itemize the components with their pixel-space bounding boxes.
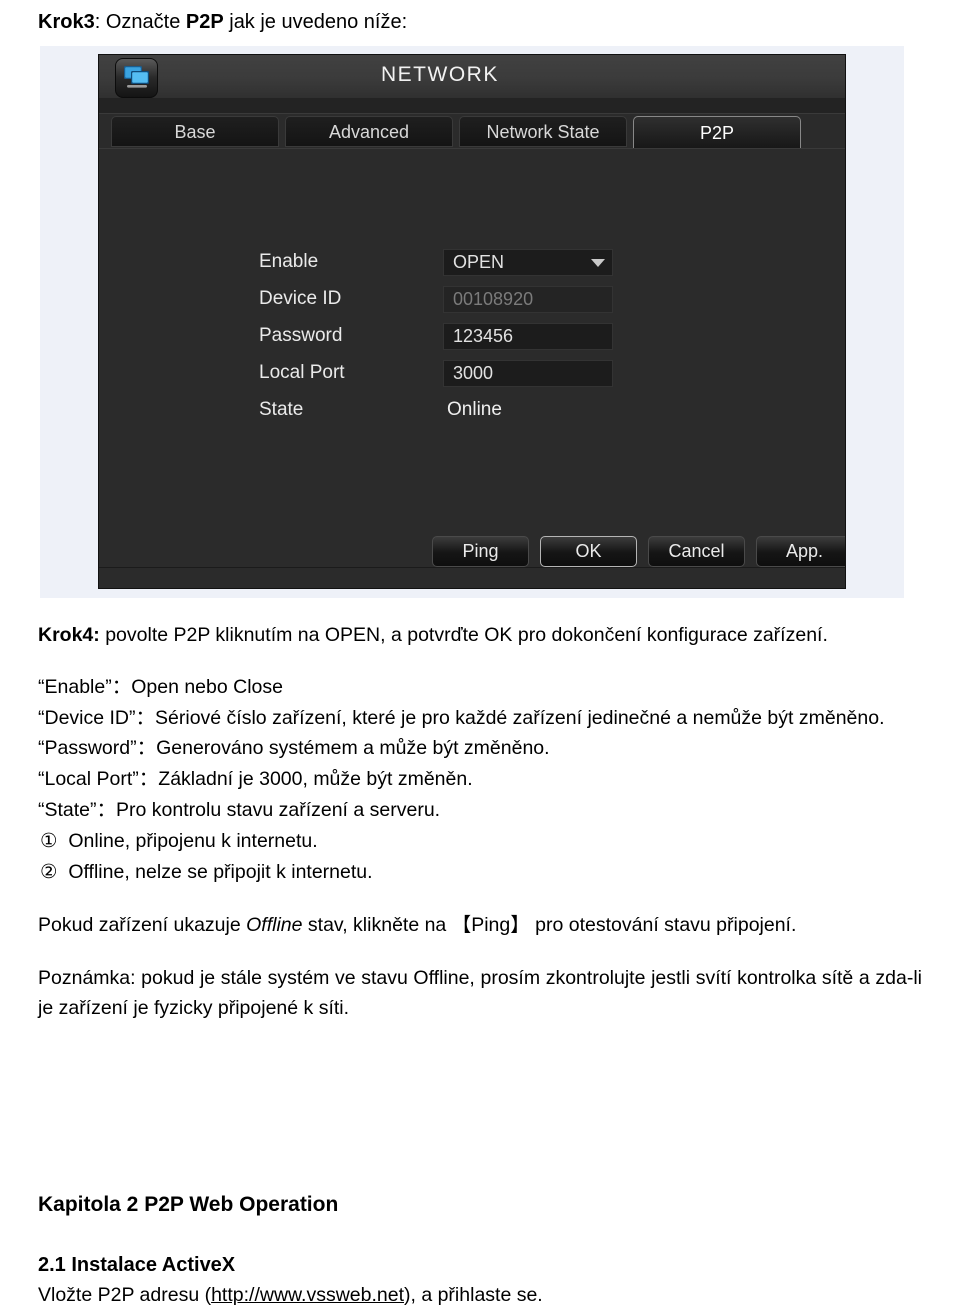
section-body-before: Vložte P2P adresu (: [38, 1284, 212, 1306]
list-item-text: Online, připojenu k internetu.: [68, 830, 318, 852]
dvr-tab-bar: Base Advanced Network State P2P: [99, 114, 845, 149]
chevron-down-icon: [591, 259, 605, 267]
state-item-online: ① Online, připojenu k internetu.: [38, 826, 922, 857]
local-port-input[interactable]: 3000: [443, 360, 613, 387]
definition-desc: Pro kontrolu stavu zařízení a serveru.: [116, 799, 441, 821]
field-label-local-port: Local Port: [259, 362, 345, 383]
field-label-device-id: Device ID: [259, 288, 342, 309]
krok3-heading: Krok3: Označte P2P jak je uvedeno níže:: [38, 8, 407, 36]
ping-note-italic: Offline: [246, 914, 303, 936]
list-item-text: Offline, nelze se připojit k internetu.: [68, 861, 373, 883]
definition-term: “Password”：: [38, 737, 157, 759]
ping-note-bracket: 【Ping】: [451, 914, 530, 936]
dvr-tab-underline: [99, 148, 845, 149]
ok-button[interactable]: OK: [540, 536, 637, 567]
enable-select-value: OPEN: [453, 252, 505, 272]
list-marker: ②: [40, 861, 58, 883]
krok3-label: Krok3: [38, 11, 95, 33]
definition-term: “Local Port”：: [38, 768, 159, 790]
dvr-titlebar: NETWORK: [99, 55, 845, 99]
section-body-after: ), a přihlaste se.: [404, 1284, 543, 1306]
document-footer-block: Kapitola 2 P2P Web Operation 2.1 Instala…: [38, 1190, 922, 1311]
field-label-state: State: [259, 399, 304, 420]
tab-network-state[interactable]: Network State: [459, 116, 627, 147]
definition-device-id: “Device ID”：Sériové číslo zařízení, kter…: [38, 703, 922, 733]
section-heading: 2.1 Instalace ActiveX: [38, 1254, 236, 1276]
device-id-input[interactable]: 00108920: [443, 286, 613, 313]
tab-advanced[interactable]: Advanced: [285, 116, 453, 147]
poznamka-paragraph: Poznámka: pokud je stále systém ve stavu…: [38, 967, 922, 1019]
password-input[interactable]: 123456: [443, 323, 613, 350]
ping-button[interactable]: Ping: [432, 536, 529, 567]
krok3-emphasis: P2P: [185, 11, 224, 33]
krok3-text-b: jak je uvedeno níže:: [223, 11, 408, 33]
field-label-password: Password: [259, 325, 343, 346]
ping-note-paragraph: Pokud zařízení ukazuje Offline stav, kli…: [38, 910, 922, 941]
definition-enable: “Enable”：Open nebo Close: [38, 672, 922, 703]
dvr-window-title: NETWORK: [381, 63, 499, 86]
krok4-paragraph: Krok4: povolte P2P kliknutím na OPEN, a …: [38, 620, 922, 650]
enable-select[interactable]: OPEN: [443, 249, 613, 276]
definition-desc: Sériové číslo zařízení, které je pro kaž…: [155, 707, 885, 729]
dvr-network-window: NETWORK Base Advanced Network State P2P …: [98, 54, 846, 589]
ping-note-before: Pokud zařízení ukazuje: [38, 914, 247, 936]
tab-base[interactable]: Base: [111, 116, 279, 147]
state-value: Online: [447, 399, 502, 420]
definition-desc: Generováno systémem a může být změněno.: [156, 737, 550, 759]
krok3-sep: :: [94, 11, 106, 33]
definition-desc: Základní je 3000, může být změněn.: [158, 768, 473, 790]
krok4-text: povolte P2P kliknutím na OPEN, a potvrďt…: [99, 624, 828, 646]
tab-p2p[interactable]: P2P: [633, 116, 801, 149]
chapter-heading: Kapitola 2 P2P Web Operation: [38, 1193, 339, 1216]
definition-term: “Enable”：: [38, 676, 132, 698]
ping-note-middle: stav, klikněte na: [302, 914, 452, 936]
definition-term: “State”：: [38, 799, 117, 821]
dvr-screenshot-figure: NETWORK Base Advanced Network State P2P …: [40, 46, 904, 598]
p2p-address-link[interactable]: http://www.vssweb.net: [211, 1284, 404, 1306]
dvr-bottom-divider: [99, 567, 845, 568]
dvr-title-substrip: [99, 98, 845, 114]
document-body: Krok4: povolte P2P kliknutím na OPEN, a …: [38, 620, 922, 1023]
section-body: Vložte P2P adresu (http://www.vssweb.net…: [38, 1280, 922, 1311]
krok3-text-a: Označte: [105, 11, 186, 33]
list-marker: ①: [40, 830, 58, 852]
state-item-offline: ② Offline, nelze se připojit k internetu…: [38, 857, 922, 888]
definition-local-port: “Local Port”：Základní je 3000, může být …: [38, 764, 922, 795]
definition-state: “State”：Pro kontrolu stavu zařízení a se…: [38, 795, 922, 826]
document-page: Krok3: Označte P2P jak je uvedeno níže: …: [0, 0, 960, 1311]
cancel-button[interactable]: Cancel: [648, 536, 745, 567]
field-label-enable: Enable: [259, 251, 319, 272]
definition-term: “Device ID”：: [38, 707, 156, 729]
app-button[interactable]: App.: [756, 536, 845, 567]
ping-note-after: pro otestování stavu připojení.: [529, 914, 797, 936]
definition-password: “Password”：Generováno systémem a může bý…: [38, 733, 922, 764]
network-monitor-icon: [115, 58, 158, 98]
definition-desc: Open nebo Close: [131, 676, 283, 698]
krok4-label: Krok4:: [38, 624, 100, 646]
